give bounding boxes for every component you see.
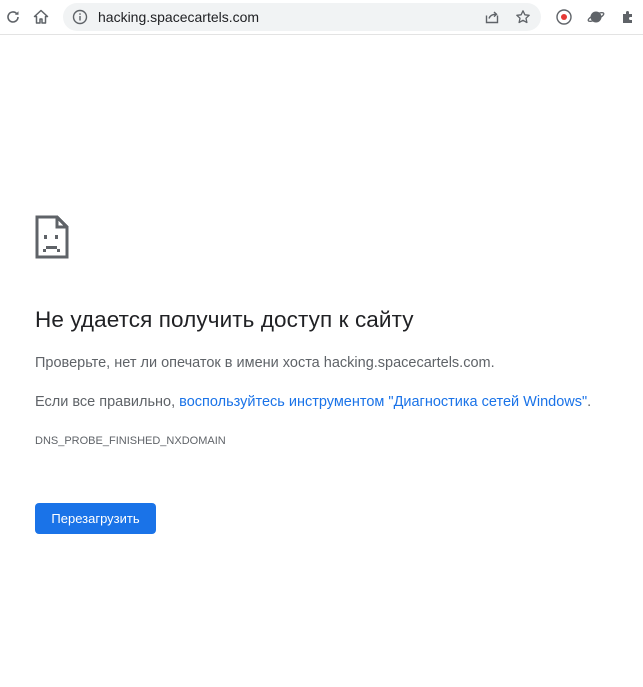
diagnostics-text: Если все правильно, воспользуйтесь инстр…	[35, 394, 591, 410]
home-icon[interactable]	[30, 6, 52, 28]
address-bar[interactable]: hacking.spacecartels.com	[63, 3, 541, 31]
browser-toolbar: hacking.spacecartels.com	[0, 0, 643, 35]
share-icon[interactable]	[482, 7, 502, 27]
record-extension-icon[interactable]	[553, 6, 575, 28]
diagnostics-suffix: .	[587, 394, 592, 410]
url-text[interactable]: hacking.spacecartels.com	[98, 3, 259, 31]
reload-button[interactable]: Перезагрузить	[35, 503, 156, 534]
diagnostics-prefix: Если все правильно,	[35, 394, 180, 410]
error-title: Не удается получить доступ к сайту	[35, 307, 414, 332]
star-icon[interactable]	[513, 7, 533, 27]
puzzle-extensions-icon[interactable]	[617, 6, 639, 28]
planet-extension-icon[interactable]	[585, 6, 607, 28]
error-code: DNS_PROBE_FINISHED_NXDOMAIN	[35, 435, 226, 447]
info-icon[interactable]	[70, 7, 90, 27]
network-diagnostics-link[interactable]: воспользуйтесь инструментом "Диагностика…	[179, 394, 587, 410]
sad-page-icon	[35, 215, 69, 259]
hostname-check-text: Проверьте, нет ли опечаток в имени хоста…	[35, 355, 495, 371]
reload-icon[interactable]	[2, 6, 24, 28]
